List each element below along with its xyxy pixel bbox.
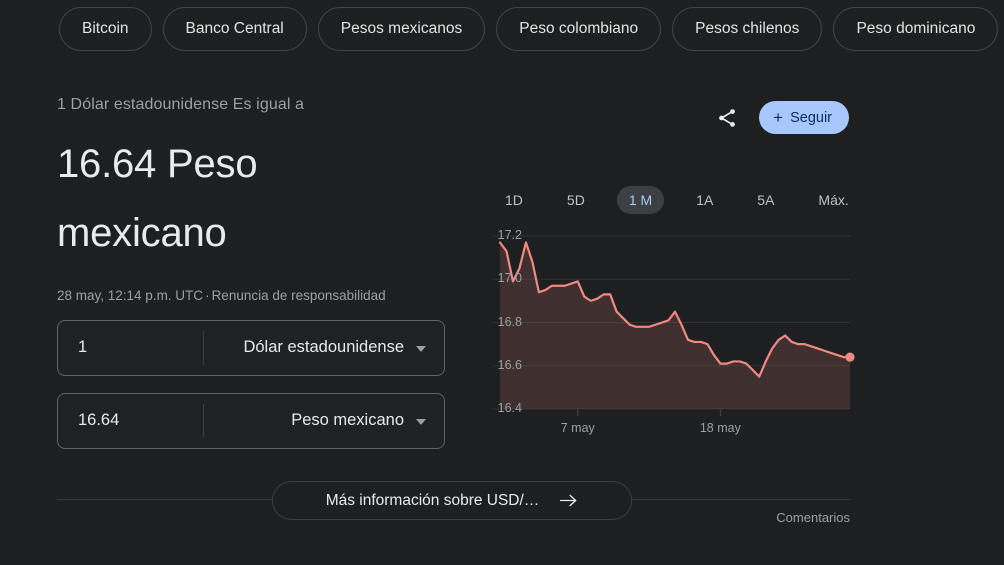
separator-dot: · — [203, 288, 212, 303]
y-axis-tick: 16.8 — [462, 315, 522, 329]
rate-headline: 16.64 Peso mexicano — [57, 130, 387, 268]
actions-row: + Seguir — [716, 101, 849, 134]
timestamp-text: 28 may, 12:14 p.m. UTC — [57, 288, 203, 303]
chip-peso-dominicano[interactable]: Peso dominicano — [833, 7, 998, 51]
range-max[interactable]: Máx. — [806, 186, 860, 214]
chip-label: Peso colombiano — [519, 20, 638, 38]
to-amount-input[interactable]: 16.64 — [58, 411, 203, 430]
currency-summary: 1 Dólar estadounidense Es igual a 16.64 … — [57, 96, 457, 449]
chart-plot-area[interactable]: 17.2 17.0 16.8 16.6 16.4 7 may 18 may — [455, 224, 875, 444]
suggestion-chips-row: Bitcoin Banco Central Pesos mexicanos Pe… — [0, 4, 1004, 54]
to-currency-label: Peso mexicano — [291, 411, 404, 430]
plus-icon: + — [773, 109, 783, 126]
range-1d[interactable]: 1D — [493, 186, 535, 214]
y-axis-tick: 17.2 — [462, 228, 522, 242]
range-5d[interactable]: 5D — [555, 186, 597, 214]
chevron-down-icon — [416, 419, 426, 425]
chip-bitcoin[interactable]: Bitcoin — [59, 7, 152, 51]
chip-pesos-mexicanos[interactable]: Pesos mexicanos — [318, 7, 485, 51]
range-5a[interactable]: 5A — [745, 186, 786, 214]
comments-link[interactable]: Comentarios — [776, 510, 850, 525]
y-axis-tick: 17.0 — [462, 271, 522, 285]
chip-label: Bitcoin — [82, 20, 129, 38]
chevron-down-icon — [416, 346, 426, 352]
chip-label: Peso dominicano — [856, 20, 975, 38]
more-info-label: Más información sobre USD/… — [326, 492, 540, 510]
chip-pesos-chilenos[interactable]: Pesos chilenos — [672, 7, 822, 51]
to-currency-field[interactable]: 16.64 Peso mexicano — [57, 393, 445, 449]
chip-peso-colombiano[interactable]: Peso colombiano — [496, 7, 661, 51]
follow-button[interactable]: + Seguir — [759, 101, 849, 134]
range-1m[interactable]: 1 M — [617, 186, 664, 214]
disclaimer-link[interactable]: Renuncia de responsabilidad — [212, 288, 386, 303]
rate-chart: 1D 5D 1 M 1A 5A Máx. 17.2 17.0 16.8 16.6 16.… — [455, 182, 875, 452]
more-info-button[interactable]: Más información sobre USD/… — [272, 481, 632, 520]
chip-label: Pesos mexicanos — [341, 20, 462, 38]
range-1a[interactable]: 1A — [684, 186, 725, 214]
follow-label: Seguir — [790, 110, 832, 126]
timestamp-row: 28 may, 12:14 p.m. UTC·Renuncia de respo… — [57, 288, 457, 303]
arrow-right-icon — [559, 493, 578, 508]
y-axis-tick: 16.4 — [462, 401, 522, 415]
to-currency-select[interactable]: Peso mexicano — [204, 411, 444, 430]
from-amount-input[interactable]: 1 — [58, 338, 203, 357]
from-currency-field[interactable]: 1 Dólar estadounidense — [57, 320, 445, 376]
from-currency-select[interactable]: Dólar estadounidense — [204, 338, 444, 357]
x-axis-tick: 7 may — [538, 421, 618, 435]
x-axis-tick: 18 may — [680, 421, 760, 435]
chart-range-selector: 1D 5D 1 M 1A 5A Máx. — [455, 182, 875, 218]
chip-banco-central[interactable]: Banco Central — [163, 7, 307, 51]
share-icon[interactable] — [716, 107, 738, 129]
y-axis-tick: 16.6 — [462, 358, 522, 372]
from-currency-label: Dólar estadounidense — [243, 338, 404, 357]
chip-label: Banco Central — [186, 20, 284, 38]
equals-line: 1 Dólar estadounidense Es igual a — [57, 96, 457, 114]
chip-label: Pesos chilenos — [695, 20, 799, 38]
